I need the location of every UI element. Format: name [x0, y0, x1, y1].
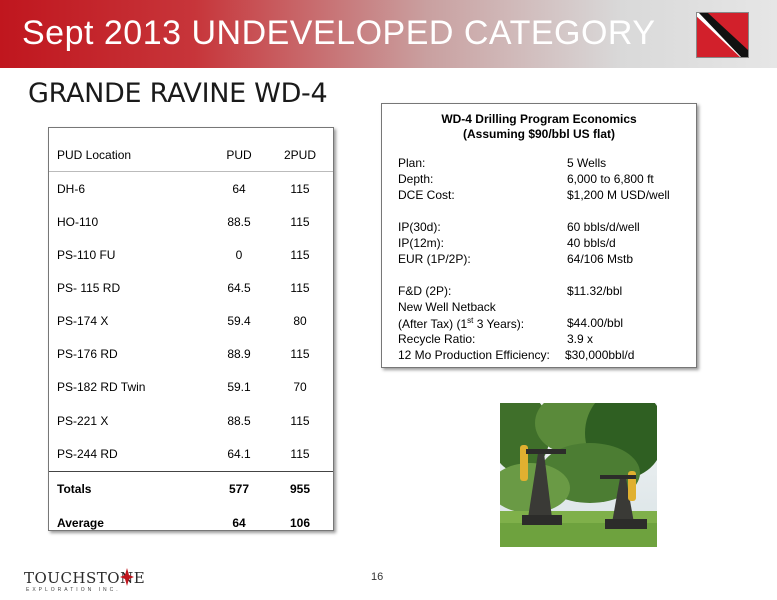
header-pud: PUD	[226, 148, 252, 162]
aftertax-label: (After Tax) (1st 3 Years):	[398, 316, 524, 331]
cell-2pud: 115	[290, 248, 310, 262]
cell-2pud: 115	[290, 414, 310, 428]
totals-2pud: 955	[289, 482, 311, 496]
cell-location: PS-174 X	[57, 314, 109, 328]
cell-pud: 88.5	[227, 414, 251, 428]
recycle-label: Recycle Ratio:	[398, 332, 476, 346]
table-row: PS-221 X 88.5 115	[49, 404, 333, 437]
prodeff-value: $30,000bbl/d	[565, 348, 635, 362]
logo-star-icon	[120, 568, 134, 591]
eur-value: 64/106 Mstb	[567, 252, 634, 266]
aftertax-label-b: 3 Years):	[473, 317, 525, 331]
ip12-label: IP(12m):	[398, 236, 445, 250]
cell-pud: 0	[235, 248, 243, 262]
economics-box: WD-4 Drilling Program Economics (Assumin…	[381, 103, 697, 368]
cell-2pud: 115	[290, 281, 310, 295]
table-row: PS-174 X 59.4 80	[49, 304, 333, 337]
recycle-value: 3.9 x	[567, 332, 594, 346]
aftertax-value: $44.00/bbl	[567, 316, 624, 330]
cell-pud: 64.1	[227, 447, 251, 461]
netback-label: New Well Netback	[398, 300, 496, 314]
cell-location: DH-6	[57, 182, 86, 196]
table-row: PS-182 RD Twin 59.1 70	[49, 370, 333, 403]
cell-location: HO-110	[57, 215, 99, 229]
fd-value: $11.32/bbl	[567, 284, 623, 298]
cell-2pud: 115	[290, 182, 310, 196]
table-row: PS-244 RD 64.1 115	[49, 437, 333, 470]
table-row: PS- 115 RD 64.5 115	[49, 271, 333, 304]
table-row: HO-110 88.5 115	[49, 205, 333, 238]
totals-label: Totals	[57, 482, 92, 496]
dce-value: $1,200 M USD/well	[567, 188, 670, 202]
slide-title: Sept 2013 UNDEVELOPED CATEGORY	[22, 14, 656, 52]
fd-label: F&D (2P):	[398, 284, 452, 298]
header-pud-location: PUD Location	[57, 148, 132, 162]
average-pud: 64	[232, 516, 246, 530]
totals-pud: 577	[228, 482, 250, 496]
cell-pud: 64.5	[227, 281, 251, 295]
cell-location: PS-221 X	[57, 414, 109, 428]
depth-label: Depth:	[398, 172, 434, 186]
logo-subtitle: EXPLORATION INC.	[26, 587, 121, 593]
cell-location: PS- 115 RD	[57, 281, 121, 295]
title-banner: Sept 2013 UNDEVELOPED CATEGORY	[0, 0, 777, 68]
dce-label: DCE Cost:	[398, 188, 455, 202]
average-row: Average 64 106	[49, 506, 333, 539]
pump-jack-photo	[500, 403, 657, 547]
plan-label: Plan:	[398, 156, 426, 170]
cell-pud: 59.4	[227, 314, 251, 328]
table-row: PS-110 FU 0 115	[49, 238, 333, 271]
cell-pud: 88.9	[227, 347, 251, 361]
trinidad-flag-icon	[696, 12, 749, 58]
totals-row: Totals 577 955	[49, 472, 333, 505]
table-row: PS-176 RD 88.9 115	[49, 337, 333, 370]
cell-2pud: 115	[290, 347, 310, 361]
cell-2pud: 115	[290, 215, 310, 229]
cell-pud: 59.1	[227, 380, 251, 394]
cell-2pud: 80	[293, 314, 307, 328]
page-number: 16	[371, 571, 384, 583]
economics-title: WD-4 Drilling Program Economics	[441, 112, 637, 126]
table-row: DH-6 64 115	[49, 172, 333, 205]
touchstone-logo: TOUCHSTONE EXPLORATION INC.	[24, 567, 174, 597]
ip30-label: IP(30d):	[398, 220, 441, 234]
average-2pud: 106	[289, 516, 311, 530]
prodeff-label: 12 Mo Production Efficiency:	[398, 348, 550, 362]
aftertax-label-a: (After Tax) (1	[398, 317, 468, 331]
cell-location: PS-182 RD Twin	[57, 380, 146, 394]
slide-subtitle: GRANDE RAVINE WD-4	[28, 78, 328, 109]
header-2pud: 2PUD	[283, 148, 316, 162]
depth-value: 6,000 to 6,800 ft	[567, 172, 654, 186]
ip30-value: 60 bbls/d/well	[567, 220, 640, 234]
table-header-row: PUD Location PUD 2PUD	[49, 138, 333, 171]
cell-pud: 64	[232, 182, 246, 196]
cell-location: PS-244 RD	[57, 447, 118, 461]
eur-label: EUR (1P/2P):	[398, 252, 471, 266]
cell-2pud: 115	[290, 447, 310, 461]
cell-location: PS-110 FU	[57, 248, 116, 262]
plan-value: 5 Wells	[567, 156, 607, 170]
economics-assumption: (Assuming $90/bbl US flat)	[462, 127, 616, 141]
cell-location: PS-176 RD	[57, 347, 118, 361]
cell-2pud: 70	[293, 380, 307, 394]
cell-pud: 88.5	[227, 215, 251, 229]
pud-table: PUD Location PUD 2PUD DH-6 64 115 HO-110…	[48, 127, 334, 531]
ip12-value: 40 bbls/d	[567, 236, 616, 250]
average-label: Average	[57, 516, 104, 530]
